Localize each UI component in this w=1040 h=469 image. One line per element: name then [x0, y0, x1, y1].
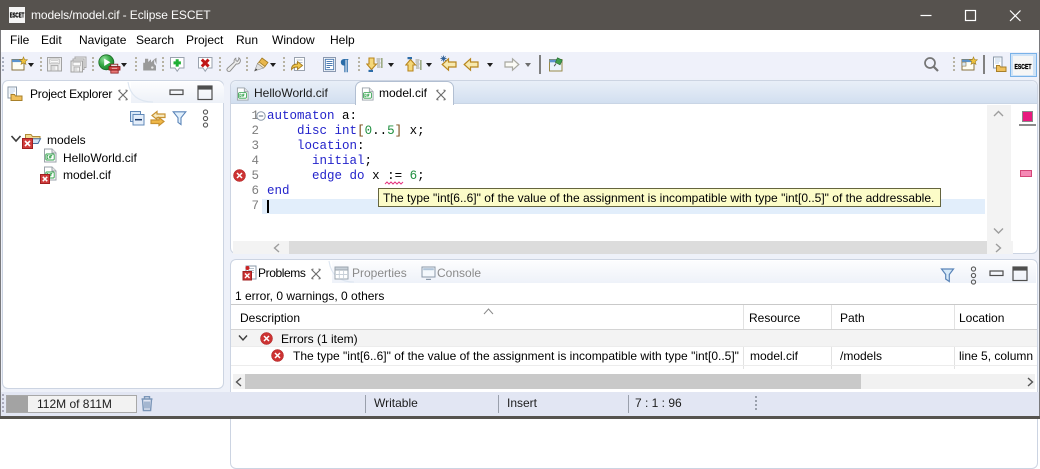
- svg-text:ESCET: ESCET: [10, 11, 25, 20]
